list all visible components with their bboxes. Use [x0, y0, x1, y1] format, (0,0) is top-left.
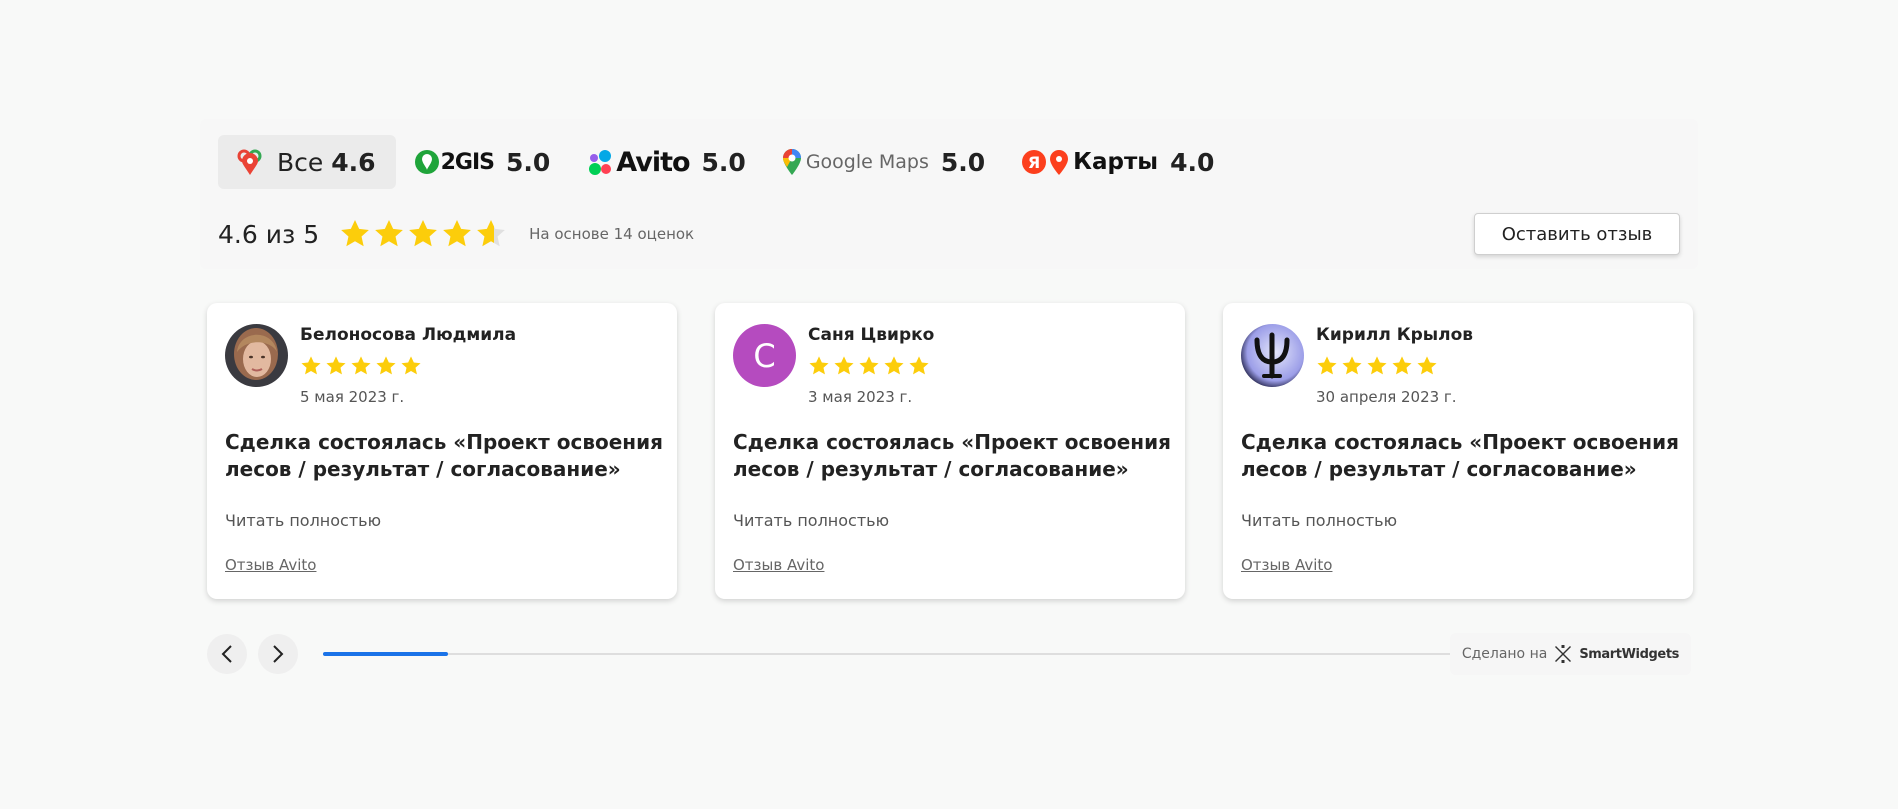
review-card: С Саня Цвирко 3 мая 2023 г. Сделка состо… [715, 303, 1185, 599]
tab-yandex-maps[interactable]: Я Карты 4.0 [1003, 135, 1232, 189]
review-text: Сделка состоялась «Проект освоения лесов… [733, 430, 1171, 481]
tab-rating: 5.0 [940, 147, 986, 177]
review-card: Белоносова Людмила 5 мая 2023 г. Сделка … [207, 303, 677, 599]
rating-summary-panel: Все 4.6 2GIS 5.0 Avito 5.0 Google Maps 5… [200, 119, 1698, 269]
carousel-progress-fill [323, 652, 449, 656]
star-icon [884, 356, 904, 375]
google-maps-pin-icon: Google Maps [782, 148, 929, 176]
star-icon [834, 356, 854, 375]
tab-google-maps[interactable]: Google Maps 5.0 [764, 135, 1003, 189]
avito-logo-icon: Avito [586, 146, 691, 178]
2gis-logo-icon: 2GIS [414, 149, 495, 175]
star-icon [1317, 356, 1337, 375]
tab-label: Avito [616, 146, 690, 178]
review-text: Сделка состоялась «Проект освоения лесов… [1241, 430, 1679, 481]
yandex-maps-icon: Я Карты [1021, 148, 1158, 176]
carousel-controls: Сделано на SmartWidgets [207, 633, 1691, 675]
review-date: 3 мая 2023 г. [808, 388, 913, 406]
tab-rating: 4.0 [1170, 147, 1215, 177]
overall-rating-text: 4.6 из 5 [218, 219, 320, 249]
star-icon [375, 220, 403, 247]
star-icon [341, 220, 369, 247]
review-stars [300, 355, 422, 377]
review-card: Кирилл Крылов 30 апреля 2023 г. Сделка с… [1223, 303, 1693, 599]
review-text: Сделка состоялась «Проект освоения лесов… [225, 430, 663, 481]
made-with-badge[interactable]: Сделано на SmartWidgets [1449, 633, 1691, 675]
star-icon [376, 356, 396, 375]
review-cards: Белоносова Людмила 5 мая 2023 г. Сделка … [207, 303, 1693, 599]
star-icon [409, 220, 437, 247]
review-stars [1316, 355, 1438, 377]
avatar: С [733, 324, 796, 387]
tab-rating: 5.0 [701, 147, 746, 177]
tab-label: 2GIS [440, 149, 495, 175]
svg-text:Я: Я [1028, 153, 1040, 172]
review-stars [808, 355, 930, 377]
star-icon [351, 356, 371, 375]
review-source-link[interactable]: Отзыв Avito [1241, 556, 1332, 574]
avatar [1241, 324, 1304, 387]
next-button[interactable] [258, 634, 298, 674]
overall-rating-stars [339, 218, 507, 250]
review-source-link[interactable]: Отзыв Avito [225, 556, 316, 574]
leave-review-button[interactable]: Оставить отзыв [1474, 213, 1680, 255]
source-tabs: Все 4.6 2GIS 5.0 Avito 5.0 Google Maps 5… [218, 135, 1232, 189]
tab-2gis[interactable]: 2GIS 5.0 [396, 135, 569, 189]
ratings-count: На основе 14 оценок [529, 225, 695, 243]
read-more-link[interactable]: Читать полностью [225, 511, 381, 530]
review-author: Кирилл Крылов [1316, 325, 1474, 345]
smartwidgets-logo-icon [1553, 644, 1573, 664]
tab-avito[interactable]: Avito 5.0 [568, 135, 764, 189]
tab-label: Google Maps [805, 151, 929, 173]
star-icon [809, 356, 829, 375]
star-icon [443, 220, 471, 247]
tab-rating: 5.0 [505, 147, 551, 177]
overall-rating-row: 4.6 из 5 На основе 14 оценок Оставить от… [218, 213, 1680, 255]
avatar-letter: С [753, 336, 776, 375]
review-author: Белоносова Людмила [300, 325, 517, 345]
star-icon [1342, 356, 1362, 375]
tab-label: Все [277, 147, 324, 177]
review-author: Саня Цвирко [808, 325, 935, 345]
smartwidgets-brand: SmartWidgets [1579, 646, 1679, 662]
read-more-link[interactable]: Читать полностью [1241, 511, 1397, 530]
star-icon [1392, 356, 1412, 375]
star-icon [1367, 356, 1387, 375]
star-icon [1417, 356, 1437, 375]
star-icon [477, 220, 505, 247]
review-date: 30 апреля 2023 г. [1316, 388, 1457, 406]
avatar [225, 324, 288, 387]
review-source-link[interactable]: Отзыв Avito [733, 556, 824, 574]
chevron-left-icon [221, 645, 232, 663]
star-icon [301, 356, 321, 375]
tab-label: Карты [1073, 149, 1159, 175]
all-sources-icon [236, 148, 264, 176]
made-with-text: Сделано на [1461, 646, 1548, 662]
tab-rating: 4.6 [331, 147, 376, 177]
prev-button[interactable] [207, 634, 247, 674]
read-more-link[interactable]: Читать полностью [733, 511, 889, 530]
star-icon [401, 356, 421, 375]
tab-all[interactable]: Все 4.6 [218, 135, 396, 189]
review-date: 5 мая 2023 г. [300, 388, 405, 406]
chevron-right-icon [273, 645, 284, 663]
carousel-progress-track[interactable] [323, 652, 1463, 656]
star-icon [326, 356, 346, 375]
star-icon [909, 356, 929, 375]
star-icon [859, 356, 879, 375]
